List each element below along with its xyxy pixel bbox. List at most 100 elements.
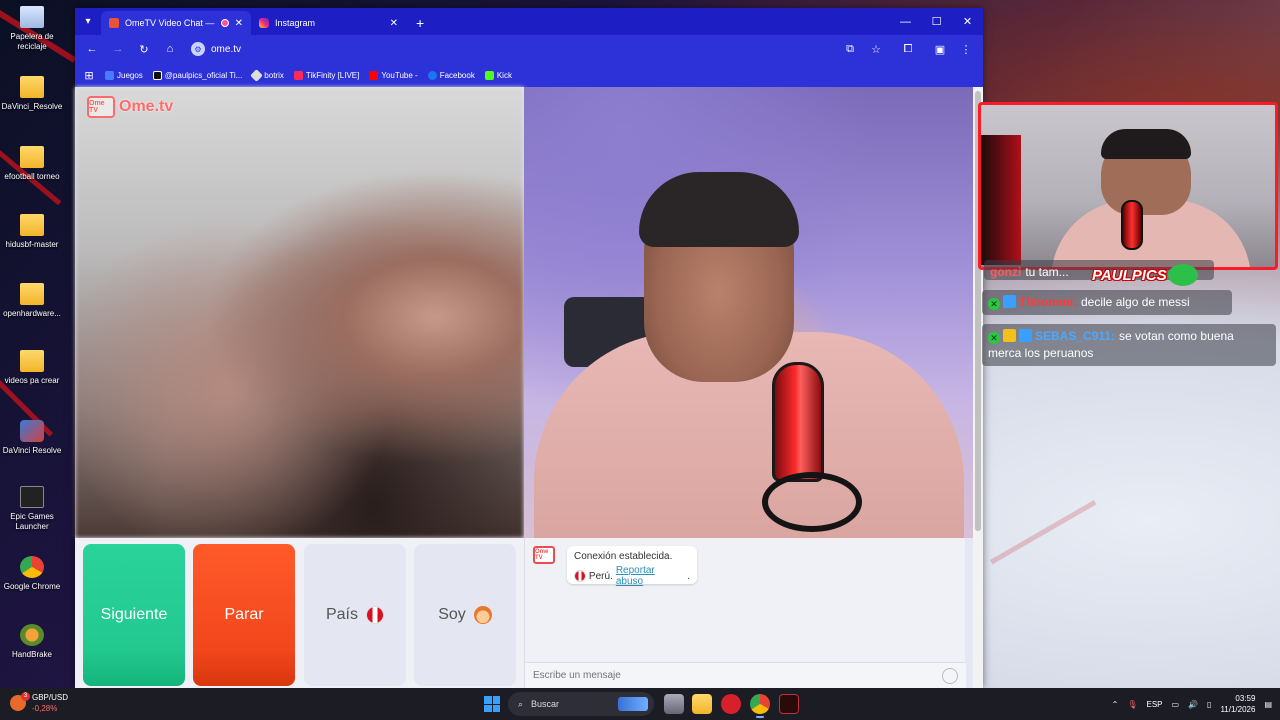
microphone-icon[interactable]: 🎙: [1127, 700, 1137, 709]
clock-time: 03:59: [1235, 694, 1256, 703]
apps-grid-icon[interactable]: ⊞: [83, 64, 95, 86]
close-tab-icon[interactable]: ✕: [390, 18, 398, 29]
desktop-icon-label: Google Chrome: [3, 582, 61, 591]
tab-instagram[interactable]: Instagram ✕: [251, 11, 406, 35]
browser-window: ▾ OmeTV Video Chat — Ome ✕ Instagram ✕ +…: [75, 8, 983, 688]
streamer-microphone: [1121, 200, 1143, 250]
folder-icon: [20, 146, 44, 168]
media-player-icon[interactable]: [721, 694, 741, 714]
file-explorer-icon[interactable]: [692, 694, 712, 714]
chat-username: Thhommi:: [1019, 295, 1077, 309]
desktop-icon-chrome[interactable]: Google Chrome: [0, 556, 64, 592]
desktop-icon-epic-games[interactable]: Epic Games Launcher: [0, 486, 64, 532]
stock-ticker-widget[interactable]: 3 GBP/USD -0,28%: [10, 692, 68, 714]
search-highlight-icon: [618, 697, 648, 711]
tab-search-button[interactable]: ▾: [75, 8, 101, 35]
new-tab-button[interactable]: +: [406, 11, 434, 35]
home-icon[interactable]: ⌂: [159, 38, 181, 60]
language-indicator[interactable]: ESP: [1146, 700, 1162, 709]
chrome-icon: [20, 556, 44, 578]
plus-icon: +: [416, 15, 425, 31]
desktop-icon-recycle-bin[interactable]: Papelera de reciclaje: [0, 6, 64, 52]
close-tab-icon[interactable]: ✕: [235, 18, 243, 29]
desktop-icon-davinci-folder[interactable]: DaVinci_Resolve: [0, 76, 64, 112]
ometv-logo[interactable]: Ome TV Ome.tv: [87, 96, 173, 118]
streamer-name-tag: PAULPICS: [1092, 267, 1167, 284]
minimize-icon[interactable]: —: [890, 8, 921, 35]
bookmark-star-icon[interactable]: ☆: [865, 38, 887, 60]
install-app-icon[interactable]: ⧉: [839, 38, 861, 60]
bookmarks-bar: ⊞ Juegos @paulpics_oficial Ti... botrix …: [75, 63, 983, 87]
search-placeholder: Buscar: [531, 699, 560, 709]
network-icon[interactable]: ▭: [1172, 700, 1180, 709]
chat-username: gonzi: [990, 265, 1022, 279]
clock[interactable]: 03:59 11/1/2026: [1220, 693, 1255, 715]
youtube-icon: [369, 70, 379, 80]
desktop-icon-handbrake[interactable]: HandBrake: [0, 624, 64, 660]
recycle-bin-icon: [20, 6, 44, 28]
forward-arrow-icon[interactable]: →: [107, 38, 129, 60]
profile-avatar-icon[interactable]: ▣: [929, 38, 951, 60]
system-tray: ⌃ 🎙 ESP ▭ 🔊 ▯ 03:59 11/1/2026 ▤: [1112, 688, 1272, 720]
connection-status-text: Conexión establecida.: [574, 551, 673, 562]
task-view-icon[interactable]: [664, 694, 684, 714]
next-button[interactable]: Siguiente: [83, 544, 185, 686]
volume-icon[interactable]: 🔊: [1188, 700, 1198, 709]
ometv-logo-icon: Ome TV: [87, 96, 115, 118]
show-hidden-icons-icon[interactable]: ⌃: [1112, 700, 1119, 709]
desktop-icon-label: hidusbf-master: [5, 240, 59, 249]
desktop-icon-openhardware[interactable]: openhardware...: [0, 283, 64, 319]
tab-ometv[interactable]: OmeTV Video Chat — Ome ✕: [101, 11, 251, 35]
webcam-overlay: [978, 102, 1278, 270]
bookmark-tiktok[interactable]: @paulpics_oficial Ti...: [152, 70, 242, 80]
bookmark-label: YouTube -: [381, 70, 418, 80]
mascot-icon: [1168, 264, 1198, 286]
extensions-icon[interactable]: ⧠: [897, 38, 919, 60]
peru-flag-icon: [366, 606, 384, 624]
wallpaper-streak: [990, 500, 1097, 565]
desktop-icon-videos[interactable]: videos pa crear: [0, 350, 64, 386]
notifications-icon[interactable]: ▤: [1264, 700, 1272, 709]
bookmark-kick[interactable]: Kick: [484, 70, 512, 80]
stop-button[interactable]: Parar: [193, 544, 295, 686]
desktop-icon-efootball[interactable]: efootball torneo: [0, 146, 64, 182]
maximize-icon[interactable]: ☐: [921, 8, 952, 35]
gender-button-label: Soy: [438, 606, 466, 623]
emoji-icon[interactable]: [942, 667, 958, 684]
voicemeeter-icon[interactable]: [779, 694, 799, 714]
desktop-icon-hidusbf[interactable]: hidusbf-master: [0, 214, 64, 250]
message-input-bar: [525, 662, 966, 688]
bookmark-tikfinity[interactable]: TikFinity [LIVE]: [293, 70, 359, 80]
text-chat: Ome TV Conexión establecida. Perú. Repor…: [524, 538, 966, 688]
instagram-icon: [259, 18, 269, 28]
folder-icon: [20, 350, 44, 372]
browser-menu-icon[interactable]: ⋮: [955, 38, 977, 60]
taskbar-search[interactable]: ⌕ Buscar: [508, 692, 654, 716]
desktop-icon-label: openhardware...: [3, 309, 61, 318]
facebook-icon: [427, 70, 437, 80]
tab-title: Instagram: [275, 18, 316, 28]
battery-icon[interactable]: ▯: [1207, 700, 1211, 709]
country-filter-button[interactable]: País: [304, 544, 406, 686]
moderator-badge-icon: ✕: [988, 332, 1000, 344]
folder-icon: [20, 76, 44, 98]
reload-icon[interactable]: ↻: [133, 38, 155, 60]
gender-button[interactable]: Soy: [414, 544, 516, 686]
close-window-icon[interactable]: ✕: [952, 8, 983, 35]
back-arrow-icon[interactable]: ←: [81, 38, 103, 60]
site-info-icon[interactable]: ⚙: [191, 42, 205, 56]
stop-button-label: Parar: [224, 606, 264, 623]
bookmark-juegos[interactable]: Juegos: [105, 70, 143, 80]
desktop-icon-davinci-resolve[interactable]: DaVinci Resolve: [0, 420, 64, 456]
report-abuse-link[interactable]: Reportar abuso: [616, 565, 684, 587]
address-bar[interactable]: ⚙ ome.tv: [185, 38, 835, 60]
chrome-taskbar-icon[interactable]: [750, 694, 770, 718]
message-input[interactable]: [533, 670, 942, 681]
start-button[interactable]: [484, 696, 500, 712]
search-icon: ⌕: [518, 698, 524, 709]
peru-flag-icon: [574, 570, 586, 582]
bookmark-botrix[interactable]: botrix: [250, 68, 284, 82]
bookmark-youtube[interactable]: YouTube -: [369, 70, 418, 80]
streamer-hair: [1101, 129, 1191, 159]
bookmark-facebook[interactable]: Facebook: [427, 70, 475, 80]
